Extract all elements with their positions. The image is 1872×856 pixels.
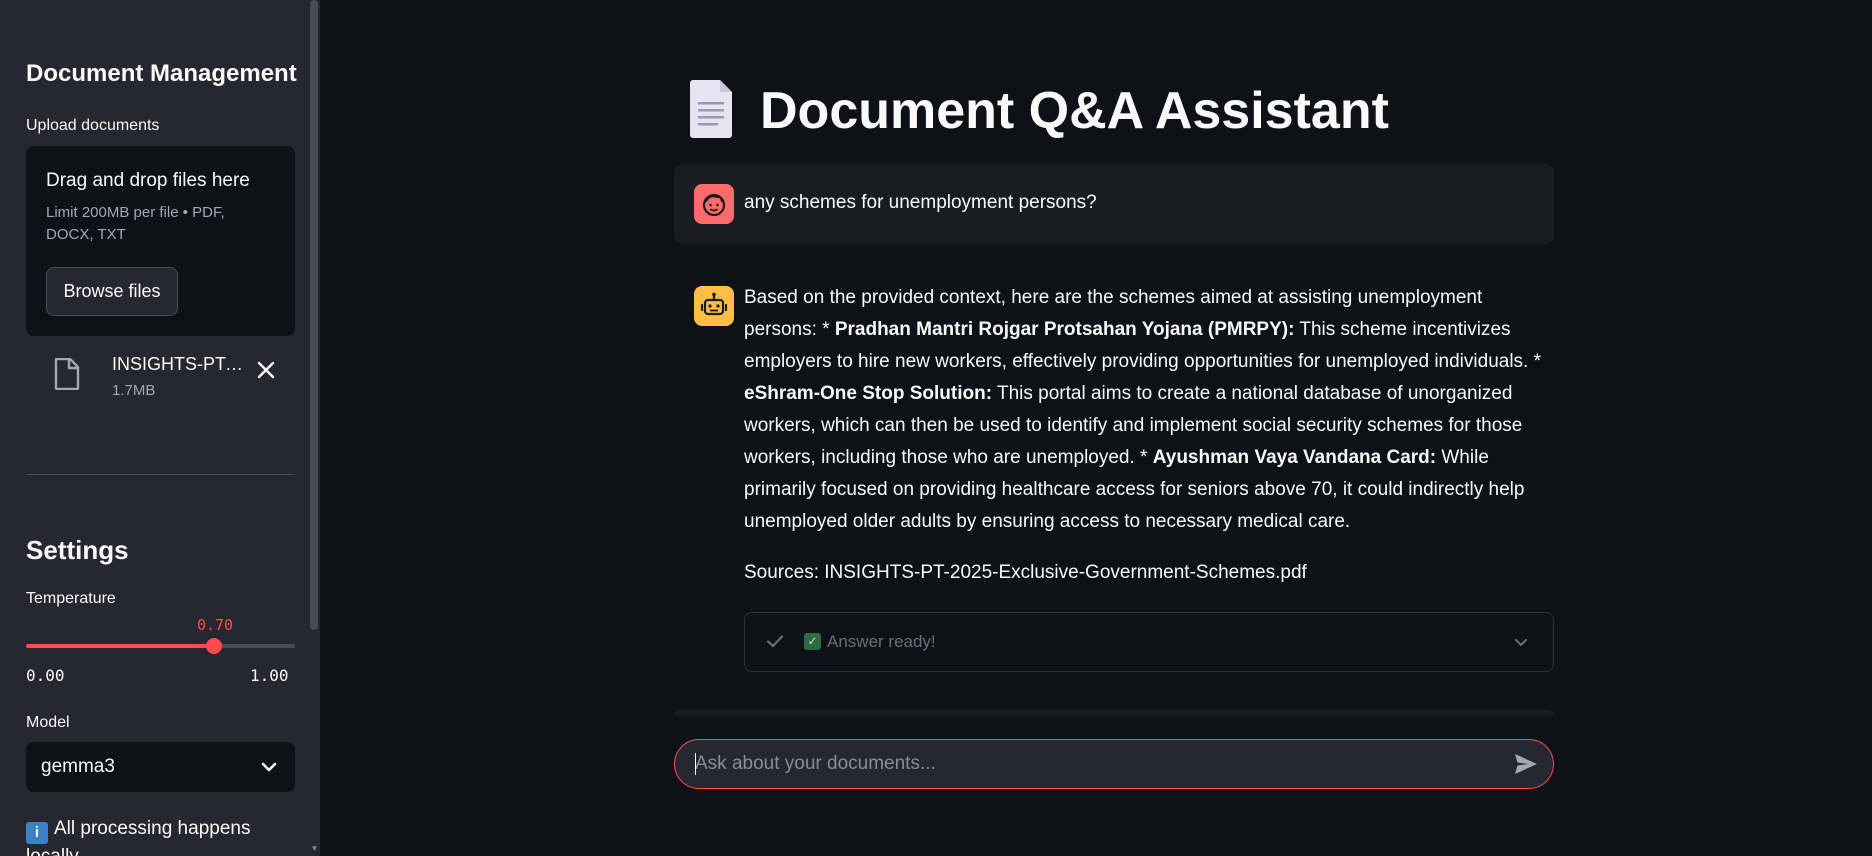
model-select[interactable]: gemma3 [26,742,295,792]
uploaded-file-size: 1.7MB [112,382,156,399]
document-icon [690,80,732,138]
chevron-down-icon [1515,639,1527,646]
chat-input[interactable] [695,740,1475,788]
scheme-3-title: Ayushman Vaya Vandana Card: [1152,447,1437,468]
info-note: i All processing happens [26,818,250,844]
user-message: any schemes for unemployment persons? [674,164,1554,244]
slider-fill [26,644,215,648]
user-avatar-icon [694,184,734,224]
browse-files-button[interactable]: Browse files [46,267,178,316]
sources-line: Sources: INSIGHTS-PT-2025-Exclusive-Gove… [744,562,1307,583]
uploaded-file-name: INSIGHTS-PT-2025-Exclusive-Government-Sc… [112,354,248,374]
upload-label: Upload documents [26,117,160,134]
bot-avatar-icon [694,286,734,326]
scroll-down-arrow[interactable]: ▼ [309,844,320,854]
sidebar: Document Management Upload documents Dra… [0,0,320,856]
scheme-1-title: Pradhan Mantri Rojgar Protsahan Yojana (… [834,319,1295,340]
temperature-slider[interactable] [26,638,295,654]
assistant-message-text: Based on the provided context, here are … [744,282,1554,538]
send-icon[interactable] [1513,752,1539,776]
model-selected-value: gemma3 [41,756,115,777]
message-fade-edge [674,710,1554,716]
status-expander[interactable]: ✓ Answer ready! [744,612,1554,672]
info-icon: i [26,822,48,844]
temperature-value: 0.70 [196,616,234,634]
info-text-continued: locally [26,846,79,856]
file-dropzone[interactable]: Drag and drop files here Limit 200MB per… [26,146,295,336]
info-text: All processing happens [54,818,251,839]
sidebar-heading: Document Management [26,60,297,87]
slider-min-label: 0.00 [26,666,65,685]
text-caret [695,753,696,775]
check-icon [766,635,784,648]
settings-heading: Settings [26,535,129,565]
user-message-text: any schemes for unemployment persons? [744,192,1097,213]
close-icon [257,361,275,379]
dropzone-hint: Limit 200MB per file • PDF, DOCX, TXT [46,204,225,243]
uploaded-file-row: INSIGHTS-PT-2025-Exclusive-Government-Sc… [26,348,295,408]
slider-thumb[interactable] [206,638,223,654]
sidebar-scroll-thumb[interactable] [310,0,318,630]
page-title: Document Q&A Assistant [760,82,1389,140]
remove-file-button[interactable] [252,356,280,384]
slider-max-label: 1.00 [250,666,289,685]
status-text: Answer ready! [827,632,936,651]
model-label: Model [26,714,70,731]
scheme-2-title: eShram-One Stop Solution: [744,383,993,404]
chat-input-box[interactable] [674,739,1554,789]
dropzone-title: Drag and drop files here [46,170,250,191]
temperature-label: Temperature [26,590,116,607]
file-icon [54,358,80,390]
check-mark-emoji-icon: ✓ [804,633,821,650]
sidebar-divider [26,474,295,475]
chevron-down-icon [261,762,277,772]
